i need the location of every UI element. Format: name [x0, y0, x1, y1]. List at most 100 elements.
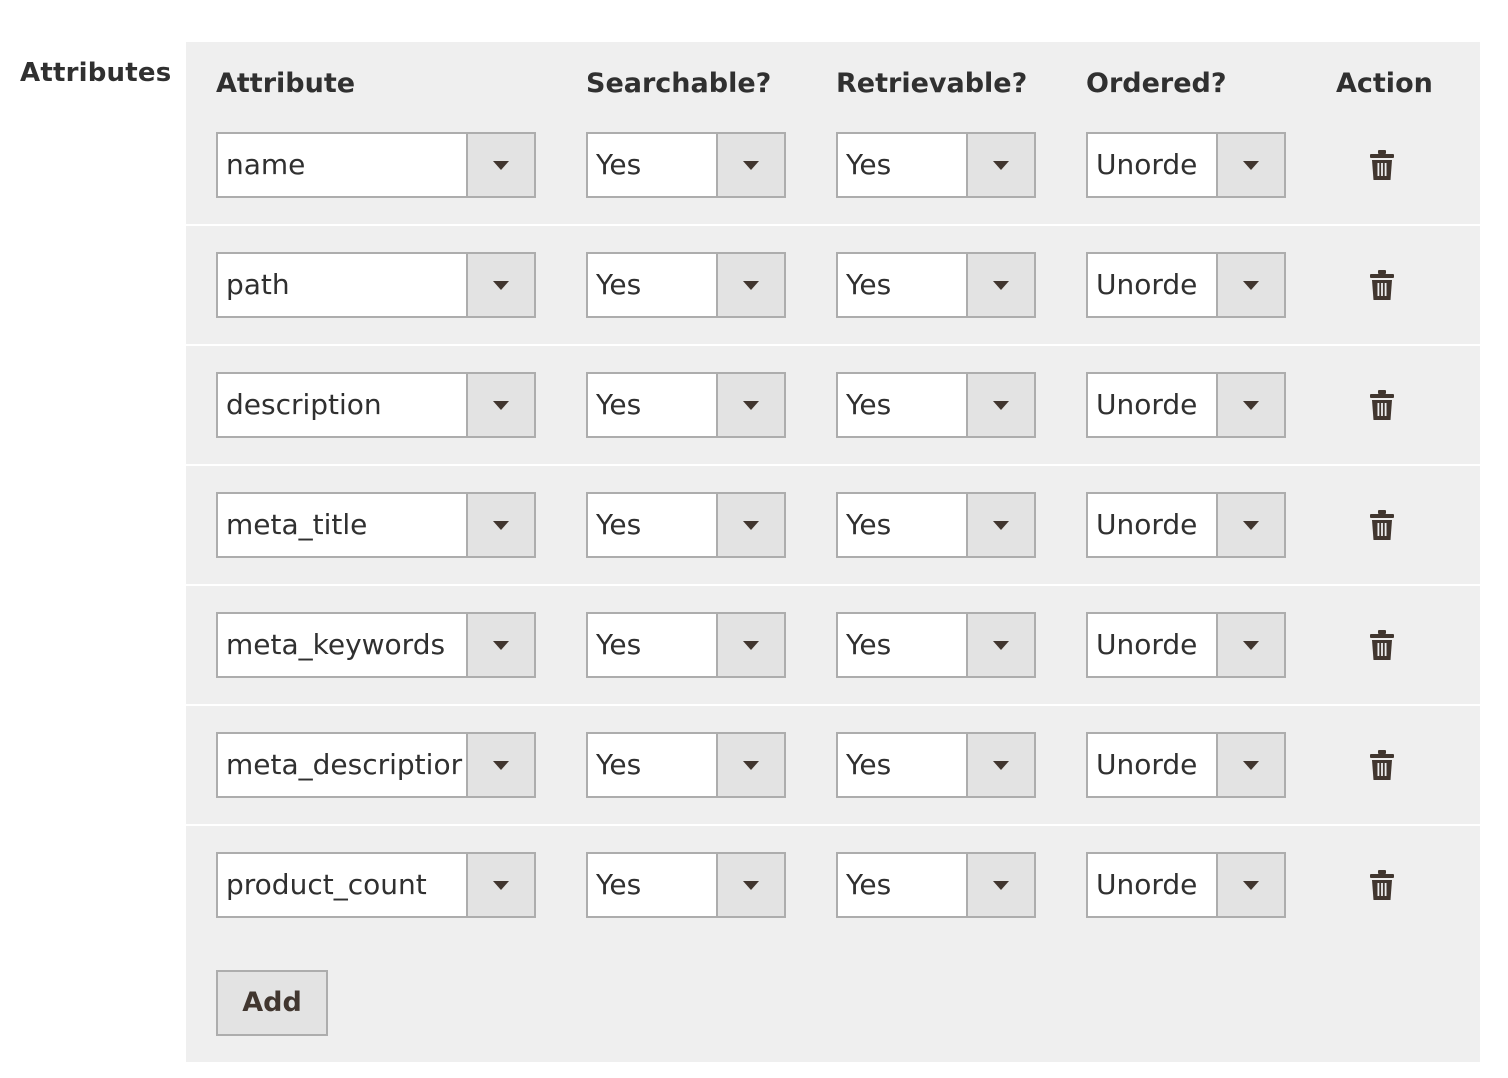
retrievable-select[interactable]: Yes [836, 612, 1036, 678]
ordered-select-toggle[interactable] [1216, 494, 1284, 556]
searchable-select-toggle[interactable] [716, 614, 784, 676]
attribute-select-toggle[interactable] [466, 494, 534, 556]
ordered-select-toggle[interactable] [1216, 254, 1284, 316]
attribute-select-toggle[interactable] [466, 734, 534, 796]
trash-icon[interactable] [1370, 390, 1394, 420]
trash-icon[interactable] [1370, 870, 1394, 900]
caret-down-icon [993, 281, 1009, 290]
retrievable-select-toggle[interactable] [966, 734, 1034, 796]
ordered-select-toggle[interactable] [1216, 734, 1284, 796]
searchable-select-value: Yes [596, 508, 642, 541]
retrievable-select-value: Yes [846, 748, 892, 781]
attribute-select-value: name [226, 148, 306, 181]
attribute-select-toggle[interactable] [466, 134, 534, 196]
searchable-select-value: Yes [596, 628, 642, 661]
trash-icon[interactable] [1370, 270, 1394, 300]
attribute-select-toggle[interactable] [466, 614, 534, 676]
trash-icon[interactable] [1370, 510, 1394, 540]
retrievable-select-value: Yes [846, 148, 892, 181]
caret-down-icon [743, 521, 759, 530]
attribute-select[interactable]: meta_keywords [216, 612, 536, 678]
caret-down-icon [1243, 281, 1259, 290]
caret-down-icon [1243, 401, 1259, 410]
retrievable-select[interactable]: Yes [836, 732, 1036, 798]
retrievable-select[interactable]: Yes [836, 252, 1036, 318]
trash-icon[interactable] [1370, 150, 1394, 180]
caret-down-icon [993, 761, 1009, 770]
ordered-select[interactable]: Unorde [1086, 492, 1286, 558]
trash-icon[interactable] [1370, 750, 1394, 780]
caret-down-icon [743, 761, 759, 770]
searchable-select-toggle[interactable] [716, 854, 784, 916]
retrievable-select-toggle[interactable] [966, 254, 1034, 316]
grid-header: Attribute Searchable? Retrievable? Order… [186, 42, 1480, 132]
attribute-select[interactable]: meta_descriptior [216, 732, 536, 798]
searchable-select[interactable]: Yes [586, 372, 786, 438]
searchable-select-value: Yes [596, 268, 642, 301]
searchable-select-toggle[interactable] [716, 134, 784, 196]
retrievable-select[interactable]: Yes [836, 852, 1036, 918]
ordered-select-value: Unorde [1096, 388, 1198, 421]
searchable-select[interactable]: Yes [586, 852, 786, 918]
ordered-select[interactable]: Unorde [1086, 612, 1286, 678]
column-header-retrievable: Retrievable? [836, 68, 1028, 99]
ordered-select[interactable]: Unorde [1086, 372, 1286, 438]
searchable-select[interactable]: Yes [586, 612, 786, 678]
attribute-select[interactable]: description [216, 372, 536, 438]
retrievable-select[interactable]: Yes [836, 372, 1036, 438]
caret-down-icon [993, 521, 1009, 530]
attribute-select-toggle[interactable] [466, 854, 534, 916]
searchable-select-value: Yes [596, 388, 642, 421]
ordered-select-toggle[interactable] [1216, 854, 1284, 916]
retrievable-select-toggle[interactable] [966, 134, 1034, 196]
trash-icon[interactable] [1370, 630, 1394, 660]
caret-down-icon [493, 761, 509, 770]
searchable-select-toggle[interactable] [716, 374, 784, 436]
searchable-select[interactable]: Yes [586, 132, 786, 198]
attribute-select[interactable]: path [216, 252, 536, 318]
caret-down-icon [743, 881, 759, 890]
searchable-select-toggle[interactable] [716, 494, 784, 556]
add-attribute-button[interactable]: Add [216, 970, 328, 1036]
caret-down-icon [743, 161, 759, 170]
column-header-ordered: Ordered? [1086, 68, 1227, 99]
ordered-select-value: Unorde [1096, 508, 1198, 541]
attribute-select-value: description [226, 388, 382, 421]
ordered-select-value: Unorde [1096, 748, 1198, 781]
attribute-select[interactable]: name [216, 132, 536, 198]
ordered-select[interactable]: Unorde [1086, 252, 1286, 318]
searchable-select-value: Yes [596, 748, 642, 781]
ordered-select-toggle[interactable] [1216, 134, 1284, 196]
attribute-select-toggle[interactable] [466, 254, 534, 316]
retrievable-select-toggle[interactable] [966, 374, 1034, 436]
attribute-select-toggle[interactable] [466, 374, 534, 436]
attribute-select[interactable]: meta_title [216, 492, 536, 558]
attributes-field-label: Attributes [20, 58, 172, 88]
attribute-select[interactable]: product_count [216, 852, 536, 918]
retrievable-select[interactable]: Yes [836, 132, 1036, 198]
retrievable-select-toggle[interactable] [966, 614, 1034, 676]
searchable-select[interactable]: Yes [586, 492, 786, 558]
retrievable-select-toggle[interactable] [966, 854, 1034, 916]
searchable-select-toggle[interactable] [716, 254, 784, 316]
caret-down-icon [993, 401, 1009, 410]
ordered-select-toggle[interactable] [1216, 614, 1284, 676]
searchable-select-toggle[interactable] [716, 734, 784, 796]
attribute-select-value: path [226, 268, 290, 301]
retrievable-select[interactable]: Yes [836, 492, 1036, 558]
attribute-select-value: product_count [226, 868, 427, 901]
searchable-select[interactable]: Yes [586, 732, 786, 798]
retrievable-select-toggle[interactable] [966, 494, 1034, 556]
column-header-attribute: Attribute [216, 68, 356, 99]
caret-down-icon [1243, 161, 1259, 170]
ordered-select-toggle[interactable] [1216, 374, 1284, 436]
searchable-select-value: Yes [596, 868, 642, 901]
ordered-select[interactable]: Unorde [1086, 132, 1286, 198]
caret-down-icon [993, 881, 1009, 890]
caret-down-icon [1243, 881, 1259, 890]
searchable-select[interactable]: Yes [586, 252, 786, 318]
ordered-select[interactable]: Unorde [1086, 732, 1286, 798]
caret-down-icon [743, 641, 759, 650]
caret-down-icon [993, 161, 1009, 170]
ordered-select[interactable]: Unorde [1086, 852, 1286, 918]
